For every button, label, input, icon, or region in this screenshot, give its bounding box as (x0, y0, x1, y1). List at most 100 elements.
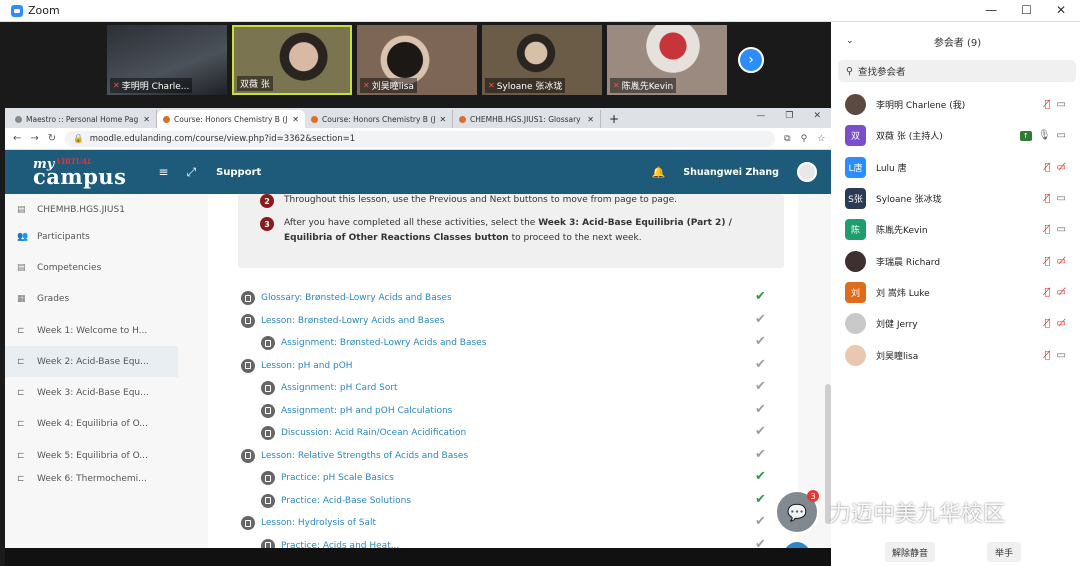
browser-tab[interactable]: Maestro :: Personal Home Pag ✕ (9, 110, 157, 128)
user-name[interactable]: Shuangwei Zhang (683, 167, 779, 178)
video-tile[interactable]: ✕ 刘昊瞳lisa (357, 25, 477, 95)
participant-row[interactable]: 双双薇 张 (主持人) ↑ 🎙 ▭ (835, 120, 1080, 151)
activity-item[interactable]: Lesson: Hydrolysis of Salt (241, 512, 376, 534)
mic-icon[interactable]: 🎙 (1038, 130, 1051, 141)
maximize-button[interactable]: ☐ (1021, 3, 1032, 17)
myvirtualcampus-logo[interactable]: my VIRTUAL campus (33, 158, 126, 187)
camera-icon[interactable]: ▭ (1057, 193, 1066, 204)
tab-close-icon[interactable]: ✕ (587, 115, 594, 124)
support-link[interactable]: Support (216, 167, 261, 178)
forward-arrow-icon[interactable]: → (30, 133, 38, 144)
participant-row[interactable]: S张 Syloane 张冰珑 🎙̸ ▭ (835, 183, 1080, 214)
back-arrow-icon[interactable]: ← (13, 133, 21, 144)
sidebar-item-course[interactable]: ▤ CHEMHB.HGS.JIUS1 (5, 199, 178, 221)
activity-item[interactable]: Glossary: Brønsted-Lowry Acids and Bases (241, 287, 452, 309)
activity-link[interactable]: Lesson: Brønsted-Lowry Acids and Bases (261, 316, 444, 326)
sidebar-item-competencies[interactable]: ▤ Competencies (5, 252, 178, 283)
sidebar-item-week-2[interactable]: ⊏ Week 2: Acid-Base Equ... (5, 346, 178, 378)
camera-icon[interactable]: ▭ (1057, 130, 1066, 141)
raise-hand-button[interactable]: 举手 (987, 542, 1021, 562)
activity-item[interactable]: Assignment: pH and pOH Calculations (261, 400, 452, 422)
activity-item[interactable]: Practice: Acids and Heat... (261, 535, 399, 549)
sidebar-item-week-1[interactable]: ⊏ Week 1: Welcome to H... (5, 315, 178, 346)
completion-check-done-icon[interactable]: ✔ (755, 469, 766, 484)
notification-bell-icon[interactable]: 🔔 (652, 166, 666, 179)
hamburger-menu-icon[interactable]: ≡ (158, 165, 168, 179)
camera-icon[interactable]: ▭ (1057, 224, 1066, 235)
minimize-button[interactable]: — (985, 3, 997, 17)
browser-close-icon[interactable]: ✕ (813, 111, 821, 121)
participant-row[interactable]: 陈陈胤先Kevin 🎙̸ ▭ (835, 214, 1080, 245)
sidebar-item-participants[interactable]: 👥 Participants (5, 221, 178, 252)
participant-row[interactable]: 李瑞晨 Richard 🎙̸ ▭̸ (835, 245, 1080, 276)
completion-check-icon[interactable]: ✔ (755, 514, 766, 529)
activity-item[interactable]: Assignment: pH Card Sort (261, 377, 398, 399)
browser-tab[interactable]: Course: Honors Chemistry B (J ✕ (305, 110, 453, 128)
activity-link[interactable]: Practice: Acids and Heat... (281, 541, 399, 549)
activity-item[interactable]: Lesson: Relative Strengths of Acids and … (241, 445, 468, 467)
completion-check-icon[interactable]: ✔ (755, 379, 766, 394)
activity-item[interactable]: Practice: Acid-Base Solutions (261, 490, 411, 512)
mic-muted-icon[interactable]: 🎙̸ (1045, 256, 1051, 267)
mic-muted-icon[interactable]: 🎙̸ (1045, 99, 1051, 110)
video-tile[interactable]: ✕ 陈胤先Kevin (607, 25, 727, 95)
activity-link[interactable]: Discussion: Acid Rain/Ocean Acidificatio… (281, 428, 466, 438)
tab-close-icon[interactable]: ✕ (143, 115, 150, 124)
camera-off-icon[interactable]: ▭̸ (1057, 287, 1066, 298)
camera-off-icon[interactable]: ▭̸ (1057, 256, 1066, 267)
activity-link[interactable]: Assignment: pH and pOH Calculations (281, 406, 452, 416)
participant-row[interactable]: 李明明 Charlene (我) 🎙̸ ▭ (835, 89, 1080, 120)
browser-tab[interactable]: CHEMHB.HGS.JIUS1: Glossary ✕ (453, 110, 601, 128)
expand-icon[interactable]: ⤢ (186, 165, 196, 180)
activity-link[interactable]: Lesson: Hydrolysis of Salt (261, 518, 376, 528)
activity-link[interactable]: Assignment: pH Card Sort (281, 383, 398, 393)
sidebar-item-week-4[interactable]: ⊏ Week 4: Equilibria of O... (5, 409, 178, 440)
activity-item[interactable]: Assignment: Brønsted-Lowry Acids and Bas… (261, 332, 486, 354)
camera-off-icon[interactable]: ▭̸ (1057, 162, 1066, 173)
activity-item[interactable]: Discussion: Acid Rain/Ocean Acidificatio… (261, 422, 466, 444)
completion-check-icon[interactable]: ✔ (755, 334, 766, 349)
camera-off-icon[interactable]: ▭̸ (1057, 318, 1066, 329)
translate-icon[interactable]: ⧉ (784, 134, 790, 144)
completion-check-icon[interactable]: ✔ (755, 357, 766, 372)
activity-link[interactable]: Lesson: Relative Strengths of Acids and … (261, 451, 468, 461)
completion-check-done-icon[interactable]: ✔ (755, 492, 766, 507)
chevron-down-icon[interactable]: ⌄ (846, 36, 854, 46)
tab-close-icon[interactable]: ✕ (439, 115, 446, 124)
tab-close-icon[interactable]: ✕ (292, 115, 299, 124)
activity-link[interactable]: Practice: Acid-Base Solutions (281, 496, 411, 506)
browser-restore-icon[interactable]: ❐ (785, 111, 793, 121)
participant-search-input[interactable]: ⚲ 查找参会者 (838, 60, 1076, 82)
activity-item[interactable]: Lesson: Brønsted-Lowry Acids and Bases (241, 310, 444, 332)
participant-row[interactable]: 刘刘 嵩炜 Luke 🎙̸ ▭̸ (835, 277, 1080, 308)
video-tile[interactable]: ✕ 李明明 Charle... (107, 25, 227, 95)
sidebar-item-week-6[interactable]: ⊏ Week 6: Thermochemi... (5, 471, 178, 483)
bookmark-star-icon[interactable]: ☆ (817, 134, 825, 144)
completion-check-icon[interactable]: ✔ (755, 447, 766, 462)
address-bar[interactable]: 🔒 moodle.edulanding.com/course/view.php?i… (65, 130, 776, 147)
user-avatar[interactable] (797, 162, 817, 182)
completion-check-done-icon[interactable]: ✔ (755, 289, 766, 304)
camera-icon[interactable]: ▭ (1057, 99, 1066, 110)
new-tab-button[interactable]: + (601, 110, 627, 128)
participant-row[interactable]: L唐 Lulu 唐 🎙̸ ▭̸ (835, 152, 1080, 183)
browser-minimize-icon[interactable]: — (756, 111, 765, 121)
reload-icon[interactable]: ↻ (48, 133, 56, 144)
video-tile-active-speaker[interactable]: 双薇 张 (232, 25, 352, 95)
next-page-arrow-icon[interactable]: › (738, 47, 764, 73)
completion-check-icon[interactable]: ✔ (755, 402, 766, 417)
activity-link[interactable]: Lesson: pH and pOH (261, 361, 353, 371)
mic-muted-icon[interactable]: 🎙̸ (1045, 318, 1051, 329)
participant-row[interactable]: 刘健 Jerry 🎙̸ ▭̸ (835, 308, 1080, 339)
completion-check-icon[interactable]: ✔ (755, 537, 766, 549)
mic-muted-icon[interactable]: 🎙̸ (1045, 193, 1051, 204)
video-tile[interactable]: ✕ Syloane 张冰珑 (482, 25, 602, 95)
mic-muted-icon[interactable]: 🎙̸ (1045, 287, 1051, 298)
camera-icon[interactable]: ▭ (1057, 350, 1066, 361)
activity-item[interactable]: Practice: pH Scale Basics (261, 467, 394, 489)
sidebar-item-week-3[interactable]: ⊏ Week 3: Acid-Base Equ... (5, 377, 178, 408)
browser-tab-active[interactable]: Course: Honors Chemistry B (J ✕ (157, 110, 305, 128)
sidebar-item-week-5[interactable]: ⊏ Week 5: Equilibria of O... (5, 440, 178, 471)
mic-muted-icon[interactable]: 🎙̸ (1045, 224, 1051, 235)
zoom-icon[interactable]: ⚲ (801, 134, 808, 144)
